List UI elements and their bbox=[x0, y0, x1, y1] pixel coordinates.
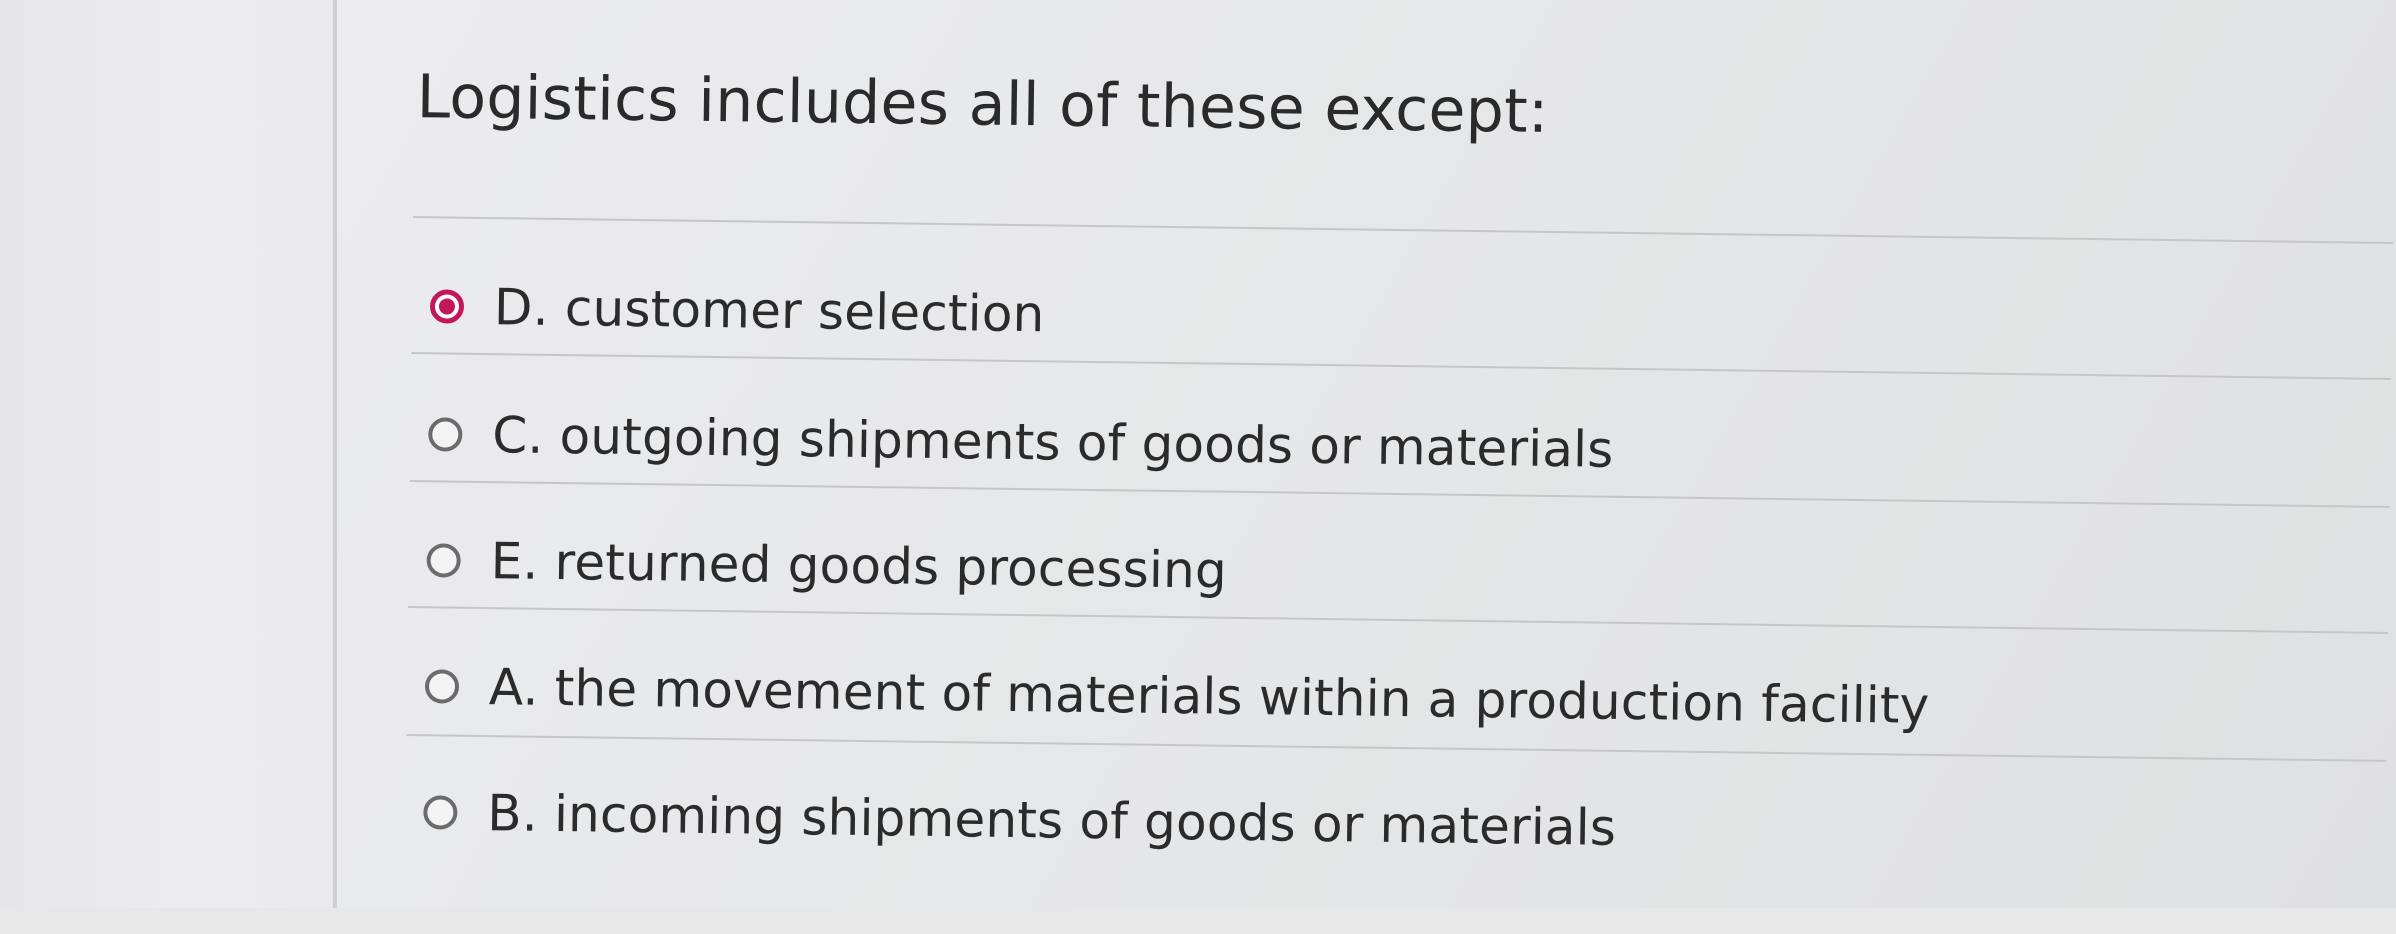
option-d[interactable]: D. customer selection bbox=[429, 276, 1045, 344]
question-content: Logistics includes all of these except: … bbox=[398, 0, 2396, 934]
radio-selected-icon[interactable] bbox=[429, 289, 465, 324]
question-text: Logistics includes all of these except: bbox=[416, 62, 1549, 147]
option-a-label: A. the movement of materials within a pr… bbox=[488, 658, 1930, 735]
option-d-label: D. customer selection bbox=[493, 278, 1045, 344]
divider bbox=[408, 606, 2388, 634]
option-b[interactable]: B. incoming shipments of goods or materi… bbox=[423, 782, 1617, 858]
radio-icon[interactable] bbox=[426, 543, 461, 578]
option-e[interactable]: E. returned goods processing bbox=[426, 530, 1227, 600]
radio-icon[interactable] bbox=[428, 417, 463, 452]
radio-icon[interactable] bbox=[424, 669, 460, 704]
radio-icon[interactable] bbox=[423, 795, 458, 830]
divider bbox=[406, 734, 2387, 762]
left-margin bbox=[0, 0, 340, 908]
option-e-label: E. returned goods processing bbox=[490, 532, 1228, 600]
option-a[interactable]: A. the movement of materials within a pr… bbox=[424, 656, 1930, 736]
divider bbox=[409, 480, 2390, 508]
option-c-label: C. outgoing shipments of goods or materi… bbox=[491, 406, 1614, 479]
option-b-label: B. incoming shipments of goods or materi… bbox=[486, 784, 1617, 857]
divider bbox=[411, 352, 2392, 380]
option-c[interactable]: C. outgoing shipments of goods or materi… bbox=[428, 404, 1614, 480]
divider bbox=[413, 216, 2394, 244]
